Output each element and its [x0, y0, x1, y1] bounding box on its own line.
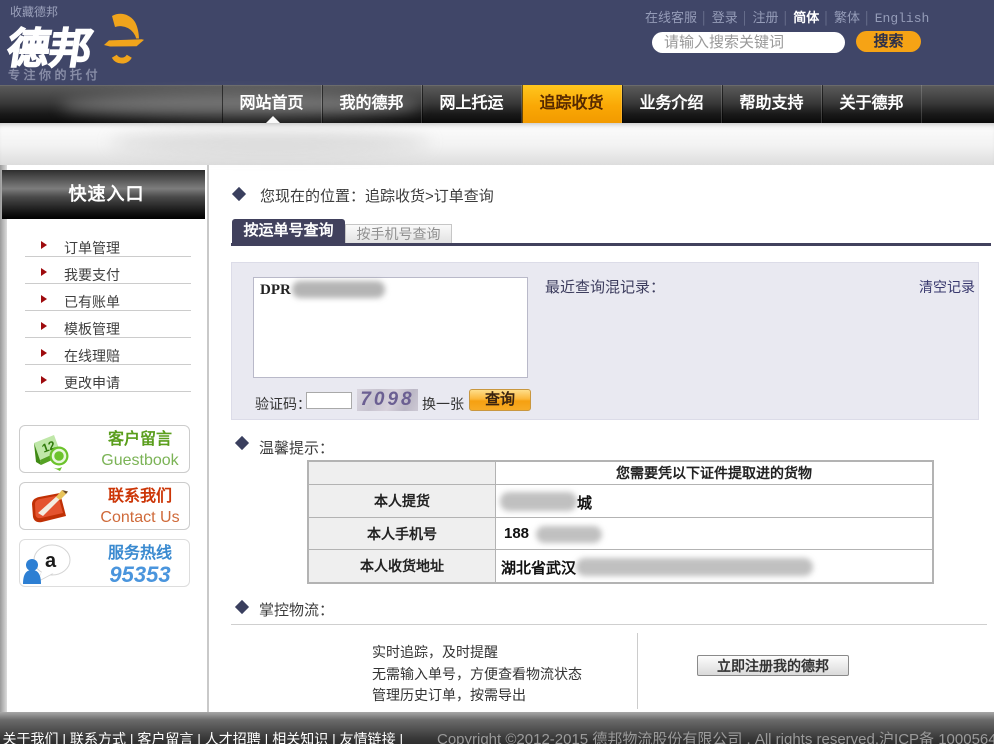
- svg-text:a: a: [45, 550, 57, 572]
